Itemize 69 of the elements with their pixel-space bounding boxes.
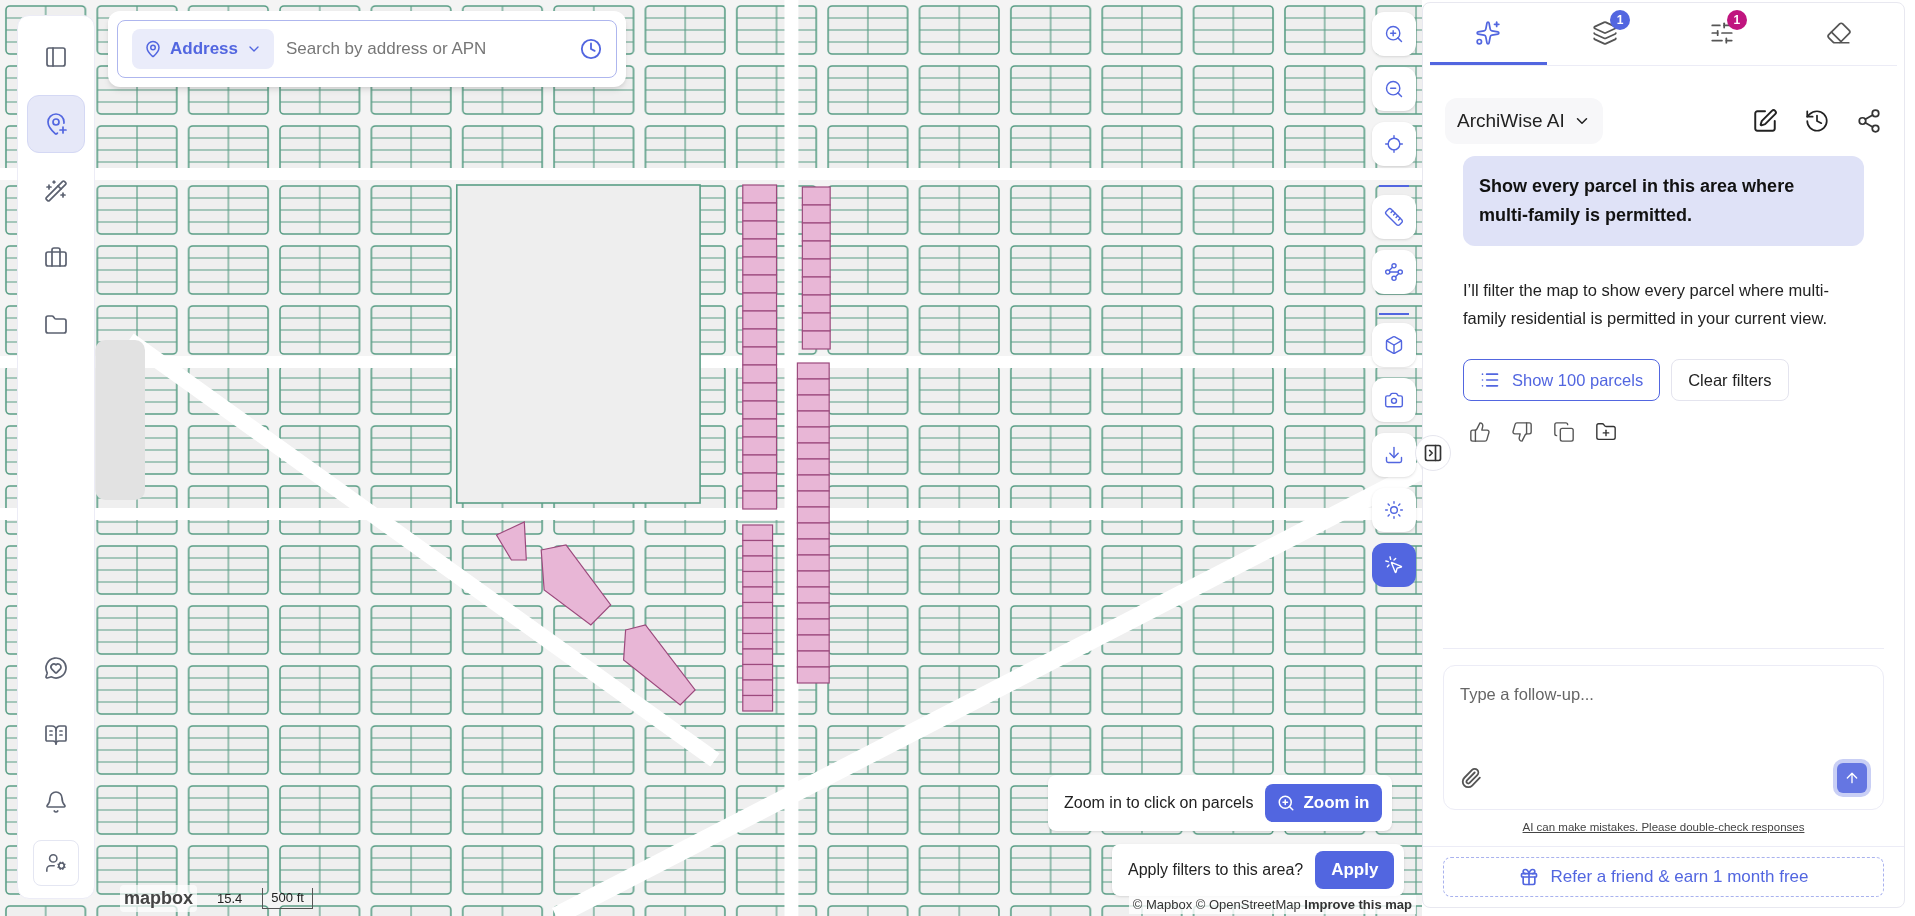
magic-wand-icon xyxy=(44,179,68,203)
count-badge: 1 xyxy=(1726,9,1747,30)
share-icon[interactable] xyxy=(1856,108,1882,134)
pointer-click-icon xyxy=(1384,555,1404,575)
panel-collapse-icon xyxy=(1423,443,1443,463)
account-button[interactable] xyxy=(33,840,79,886)
folder-icon xyxy=(44,313,68,337)
map-tool-button[interactable] xyxy=(1372,12,1416,56)
search-field[interactable]: Address Search by address or APN xyxy=(117,20,617,78)
zoom-level-text: 15.4 xyxy=(217,889,243,908)
sidebar-item[interactable] xyxy=(27,95,85,153)
sun-icon xyxy=(1384,500,1404,520)
clock-icon[interactable] xyxy=(1804,108,1830,134)
cube-icon xyxy=(1384,335,1404,355)
count-badge: 1 xyxy=(1610,9,1631,30)
zoom-in-icon xyxy=(1384,24,1404,44)
bell-icon xyxy=(44,790,68,814)
map-tool-button[interactable] xyxy=(1372,488,1416,532)
nodes-icon xyxy=(1384,262,1404,282)
camera-icon xyxy=(1384,390,1404,410)
follow-up-field[interactable]: Type a follow-up... xyxy=(1460,681,1867,763)
thumbs-up-icon[interactable] xyxy=(1469,421,1491,444)
book-icon xyxy=(44,723,68,747)
map-pin-plus-icon xyxy=(44,112,68,136)
apply-button[interactable]: Apply xyxy=(1315,851,1395,889)
map-tool-button[interactable] xyxy=(1372,67,1416,111)
map-tool-button[interactable] xyxy=(1372,122,1416,166)
map-tool-button[interactable] xyxy=(1372,378,1416,422)
zoom-hint-text: Zoom in to click on parcels xyxy=(1064,793,1254,813)
scale-text: 500 ft xyxy=(262,888,313,909)
sparkles-icon xyxy=(1475,19,1502,46)
chat-heart-icon xyxy=(44,656,68,680)
map-tool-button[interactable] xyxy=(1372,250,1416,294)
sliders-icon xyxy=(1708,19,1735,46)
panel-tab[interactable]: 1 xyxy=(1663,3,1781,65)
user-message: Show every parcel in this area where multi-family is permitted. xyxy=(1463,156,1864,246)
briefcase-icon xyxy=(44,246,68,270)
clear-filters-button[interactable]: Clear filters xyxy=(1671,359,1789,402)
sidebar-toggle-icon xyxy=(44,45,68,69)
paperclip-icon[interactable] xyxy=(1460,766,1482,789)
zoom-in-icon xyxy=(1277,794,1296,812)
zoom-in-button[interactable]: Zoom in xyxy=(1265,784,1382,822)
referral-button[interactable]: Refer a friend & earn 1 month free xyxy=(1443,857,1884,897)
thumbs-down-icon[interactable] xyxy=(1511,421,1533,444)
assistant-message: I’ll filter the map to show every parcel where multi-family residential is permitted in your current view. xyxy=(1463,279,1830,330)
history-icon[interactable] xyxy=(580,38,602,60)
edit-icon[interactable] xyxy=(1752,108,1778,134)
map-tool-button[interactable] xyxy=(1372,433,1416,477)
eraser-icon xyxy=(1825,19,1852,46)
map-tool-button[interactable] xyxy=(1372,195,1416,239)
composer-field[interactable]: Type a follow-up... xyxy=(1443,664,1884,810)
ruler-icon xyxy=(1384,207,1404,227)
location-icon xyxy=(1384,134,1404,154)
assistant-dropdown[interactable]: ArchiWise AI xyxy=(1445,98,1603,144)
map-tool-button[interactable] xyxy=(1372,323,1416,367)
copy-icon[interactable] xyxy=(1553,421,1575,444)
zoom-out-icon xyxy=(1384,79,1404,99)
show-parcels-button[interactable]: Show 100 parcels xyxy=(1463,359,1661,402)
layers-icon xyxy=(1592,19,1619,46)
map-pin-icon xyxy=(144,40,162,58)
mapbox-logo: mapbox xyxy=(120,885,197,912)
disclaimer-link[interactable]: AI can make mistakes. Please double-check responses xyxy=(1522,818,1805,836)
download-icon xyxy=(1384,445,1404,465)
search-mode-dropdown[interactable]: Address xyxy=(132,29,275,69)
apply-prompt-text: Apply filters to this area? xyxy=(1128,860,1304,880)
map-tool-button[interactable] xyxy=(1372,543,1416,587)
panel-tab[interactable]: 1 xyxy=(1546,3,1664,65)
user-settings-icon xyxy=(45,852,67,874)
gift-icon xyxy=(1518,867,1539,887)
